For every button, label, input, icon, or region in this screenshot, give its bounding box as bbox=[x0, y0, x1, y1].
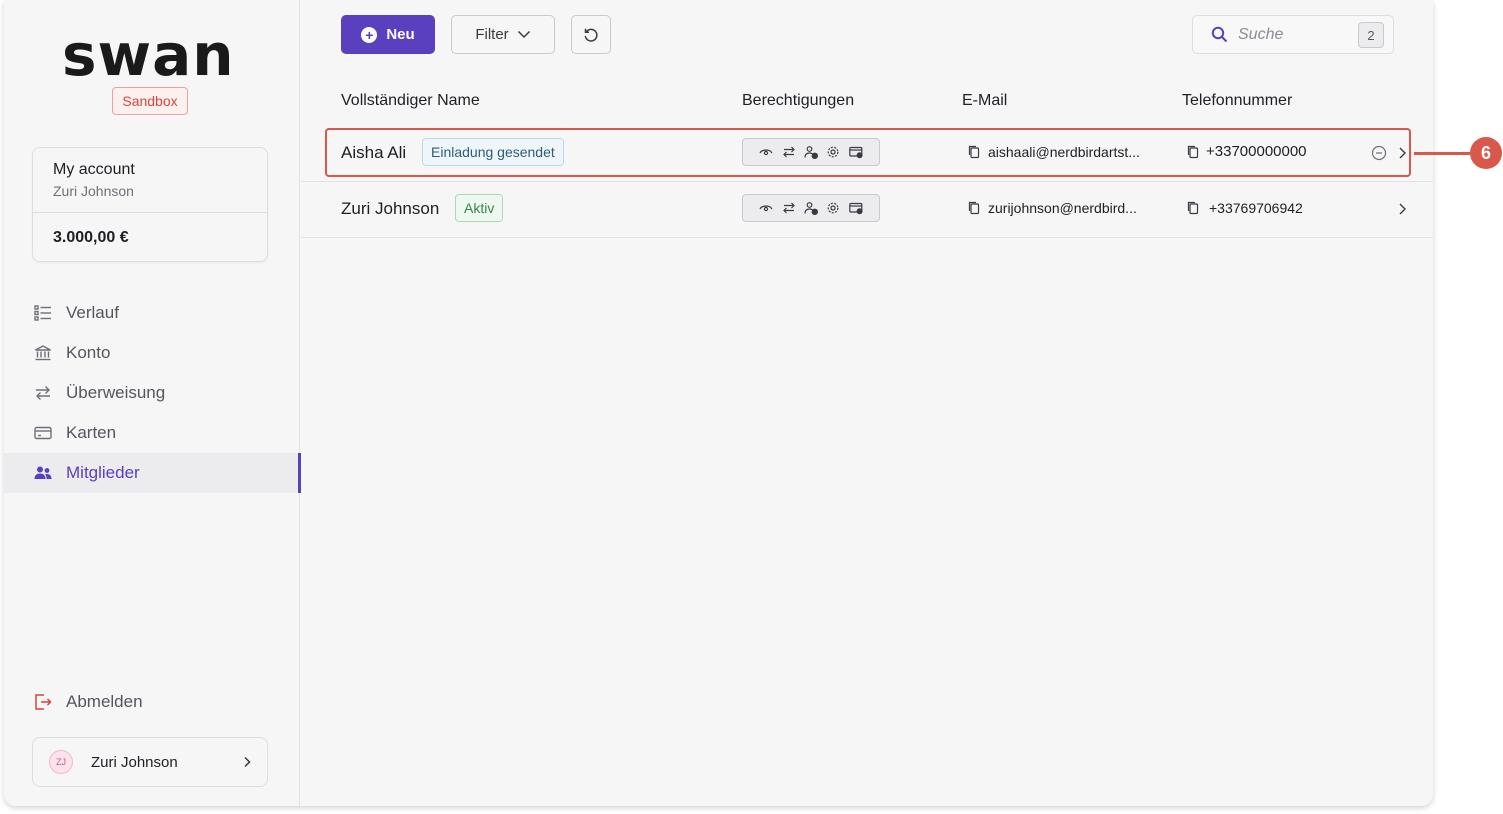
transfer-icon bbox=[782, 145, 796, 159]
user-menu[interactable]: ZJ Zuri Johnson bbox=[32, 737, 268, 787]
sidebar-item-label: Überweisung bbox=[66, 383, 166, 402]
add-user-icon bbox=[804, 201, 818, 215]
app-window: swan Sandbox My account Zuri Johnson 3.0… bbox=[4, 0, 1433, 806]
column-header-email: E-Mail bbox=[962, 92, 1008, 109]
callout-connector bbox=[1414, 152, 1470, 155]
chevron-right-icon[interactable] bbox=[1397, 146, 1407, 160]
account-balance: 3.000,00 € bbox=[53, 229, 129, 246]
card-settings-icon bbox=[848, 145, 863, 159]
sidebar-item-label: Karten bbox=[66, 423, 117, 442]
main-content: + Neu Filter 2 Vollständiger Name Berech… bbox=[301, 0, 1433, 806]
environment-badge: Sandbox bbox=[112, 87, 188, 115]
search-icon bbox=[1211, 26, 1228, 43]
sidebar-item-karten[interactable]: Karten bbox=[4, 413, 300, 453]
sidebar-item-konto[interactable]: Konto bbox=[4, 333, 300, 373]
table-row[interactable]: Zuri Johnson Aktiv zurijohnson@nerdbird.… bbox=[301, 182, 1433, 238]
permissions-group bbox=[742, 194, 880, 222]
status-badge: Aktiv bbox=[455, 194, 504, 222]
chevron-right-icon bbox=[244, 756, 251, 768]
sidebar-item-label: Verlauf bbox=[66, 303, 119, 322]
add-user-icon bbox=[804, 145, 818, 159]
member-name: Zuri Johnson bbox=[341, 199, 440, 218]
column-header-permissions: Berechtigungen bbox=[742, 92, 855, 109]
logout-icon bbox=[34, 693, 52, 711]
permissions-group bbox=[742, 138, 880, 166]
search-input[interactable] bbox=[1238, 25, 1348, 44]
chevron-down-icon bbox=[517, 30, 530, 39]
sidebar-item-label: Mitglieder bbox=[66, 463, 140, 482]
sidebar-item-label: Konto bbox=[66, 343, 111, 362]
member-phone: +33700000000 bbox=[1206, 143, 1307, 160]
table-header: Vollständiger Name Berechtigungen E-Mail… bbox=[301, 92, 1433, 114]
copy-icon[interactable] bbox=[1187, 201, 1199, 215]
logout-button[interactable]: Abmelden bbox=[34, 692, 143, 712]
chevron-right-icon[interactable] bbox=[1397, 202, 1407, 216]
remove-member-icon[interactable] bbox=[1371, 145, 1387, 161]
new-button-label: Neu bbox=[386, 26, 415, 43]
sidebar: swan Sandbox My account Zuri Johnson 3.0… bbox=[4, 0, 301, 806]
search-box: 2 bbox=[1192, 15, 1394, 54]
transfer-icon bbox=[34, 384, 52, 402]
column-header-phone: Telefonnummer bbox=[1182, 92, 1293, 109]
user-name: Zuri Johnson bbox=[91, 753, 178, 771]
callout-number-badge: 6 bbox=[1470, 137, 1502, 169]
transfer-icon bbox=[782, 201, 796, 215]
gear-icon bbox=[826, 145, 840, 159]
card-icon bbox=[34, 424, 52, 442]
table-row[interactable]: Aisha Ali Einladung gesendet aishaali@ne… bbox=[301, 126, 1433, 182]
refresh-button[interactable] bbox=[571, 15, 611, 54]
sidebar-item-verlauf[interactable]: Verlauf bbox=[4, 293, 300, 333]
sidebar-item-mitglieder[interactable]: Mitglieder bbox=[4, 453, 301, 493]
list-icon bbox=[34, 304, 52, 322]
sidebar-nav: Verlauf Konto Überweisung Karten Mitglie… bbox=[4, 293, 301, 493]
members-icon bbox=[34, 464, 52, 482]
copy-icon[interactable] bbox=[968, 145, 980, 159]
member-email: zurijohnson@nerdbird... bbox=[988, 200, 1137, 216]
plus-icon: + bbox=[361, 26, 378, 43]
member-name: Aisha Ali bbox=[341, 143, 407, 162]
member-email: aishaali@nerdbirdartst... bbox=[988, 144, 1140, 160]
bank-icon bbox=[34, 344, 52, 362]
filter-button[interactable]: Filter bbox=[451, 15, 555, 54]
new-member-button[interactable]: + Neu bbox=[341, 15, 435, 54]
result-count: 2 bbox=[1358, 22, 1384, 48]
member-phone: +33769706942 bbox=[1209, 200, 1303, 216]
filter-label: Filter bbox=[475, 26, 509, 43]
avatar: ZJ bbox=[49, 750, 73, 774]
sidebar-item-ueberweisung[interactable]: Überweisung bbox=[4, 373, 300, 413]
refresh-icon bbox=[584, 28, 598, 42]
account-card[interactable]: My account Zuri Johnson 3.000,00 € bbox=[32, 147, 268, 262]
gear-icon bbox=[826, 201, 840, 215]
swan-logo: swan bbox=[62, 21, 235, 89]
column-header-name: Vollständiger Name bbox=[341, 92, 480, 109]
logout-label: Abmelden bbox=[66, 692, 143, 711]
status-badge: Einladung gesendet bbox=[422, 138, 564, 166]
account-holder: Zuri Johnson bbox=[53, 183, 134, 199]
copy-icon[interactable] bbox=[1187, 145, 1199, 159]
view-icon bbox=[759, 145, 773, 159]
account-title: My account bbox=[53, 161, 135, 178]
view-icon bbox=[759, 201, 773, 215]
copy-icon[interactable] bbox=[968, 201, 980, 215]
card-settings-icon bbox=[848, 201, 863, 215]
